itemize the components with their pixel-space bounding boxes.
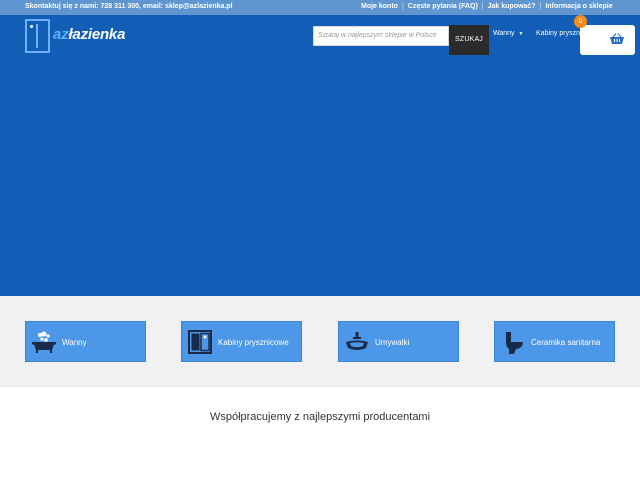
cart-button[interactable]: 0 bbox=[574, 15, 635, 55]
category-label: Umywalki bbox=[375, 338, 410, 347]
site-logo[interactable]: azłazienka bbox=[25, 19, 135, 53]
basket-icon bbox=[610, 33, 624, 44]
separator: | bbox=[539, 3, 542, 10]
separator: | bbox=[481, 3, 484, 10]
bathtub-icon bbox=[32, 331, 56, 353]
cart-count-badge: 0 bbox=[574, 15, 587, 28]
contact-info: Skontaktuj się z nami: 728 311 300, emai… bbox=[25, 3, 233, 10]
category-section: Wanny Kabiny prysznicowe Umywalki Cerami… bbox=[0, 296, 640, 387]
category-label: Ceramika sanitarna bbox=[531, 338, 601, 347]
category-wanny-button[interactable]: Wanny bbox=[25, 321, 146, 362]
toilet-icon bbox=[506, 332, 523, 354]
hero-banner: azłazienka Szukaj w najlepszym sklepie w… bbox=[0, 15, 640, 296]
shower-logo-icon bbox=[25, 19, 50, 53]
search-input[interactable]: Szukaj w najlepszym sklepie w Polsce bbox=[313, 26, 449, 46]
nav-wanny[interactable]: Wanny ▼ bbox=[493, 30, 523, 37]
separator: | bbox=[401, 3, 404, 10]
faq-link[interactable]: Częste pytania (FAQ) bbox=[408, 3, 478, 10]
logo-text: azłazienka bbox=[53, 26, 126, 43]
category-umywalki-button[interactable]: Umywalki bbox=[338, 321, 459, 362]
my-account-link[interactable]: Moje konto bbox=[361, 3, 398, 10]
partners-heading: Współpracujemy z najlepszymi producentam… bbox=[209, 411, 431, 423]
search-button[interactable]: SZUKAJ bbox=[449, 25, 489, 55]
top-links: Moje konto | Częste pytania (FAQ) | Jak kupo… bbox=[361, 3, 613, 10]
category-kabiny-button[interactable]: Kabiny prysznicowe bbox=[181, 321, 302, 362]
how-to-buy-link[interactable]: Jak kupować? bbox=[488, 3, 536, 10]
top-bar: Skontaktuj się z nami: 728 311 300, emai… bbox=[0, 0, 640, 15]
shop-info-link[interactable]: Informacja o sklepie bbox=[545, 3, 612, 10]
category-label: Kabiny prysznicowe bbox=[218, 338, 289, 347]
category-ceramika-button[interactable]: Ceramika sanitarna bbox=[494, 321, 615, 362]
shower-cabin-icon bbox=[188, 330, 212, 354]
caret-down-icon: ▼ bbox=[518, 31, 524, 37]
washbasin-icon bbox=[346, 332, 368, 350]
category-label: Wanny bbox=[62, 338, 87, 347]
